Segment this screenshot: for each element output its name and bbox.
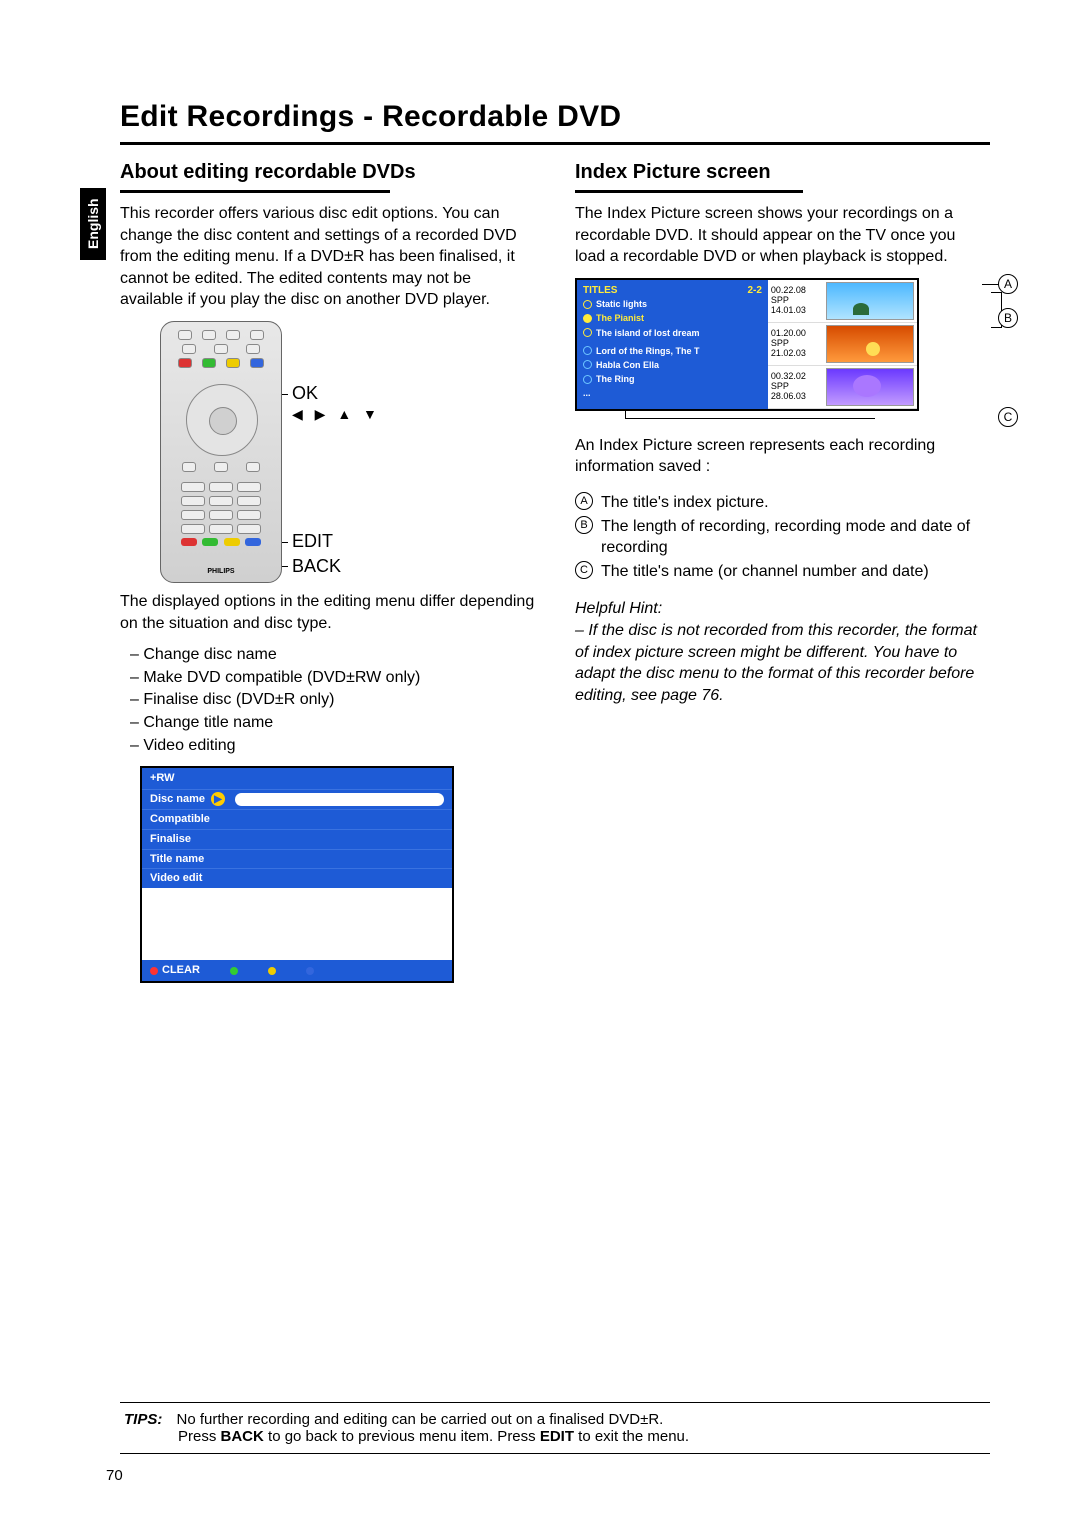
options-intro: The displayed options in the editing men… [120, 591, 535, 634]
edit-label: EDIT [292, 531, 333, 551]
menu-footer: CLEAR [142, 960, 452, 981]
menu-row: Finalise [142, 829, 452, 849]
index-intro: The Index Picture screen shows your reco… [575, 203, 990, 268]
callout-a: A [998, 274, 1018, 294]
edit-menu-screenshot: +RW Disc name▶ Compatible Finalise Title… [140, 766, 454, 983]
arrow-label: ◀ ▶ ▲ ▼ [292, 405, 381, 424]
left-column: About editing recordable DVDs This recor… [120, 145, 535, 983]
about-intro: This recorder offers various disc edit o… [120, 203, 535, 311]
list-item: Change title name [130, 712, 535, 734]
list-item: Make DVD compatible (DVD±RW only) [130, 667, 535, 689]
section-heading-index: Index Picture screen [575, 159, 990, 186]
edit-options-list: Change disc name Make DVD compatible (DV… [120, 644, 535, 756]
menu-row: Title name [142, 849, 452, 869]
tips-footer: TIPS: No further recording and editing c… [120, 1402, 990, 1454]
callout-b: B [998, 308, 1018, 328]
right-column: Index Picture screen The Index Picture s… [575, 145, 990, 983]
legend-intro: An Index Picture screen represents each … [575, 435, 990, 478]
list-item: Video editing [130, 735, 535, 757]
ok-label: OK [292, 383, 318, 403]
back-label: BACK [292, 556, 341, 576]
list-item: Change disc name [130, 644, 535, 666]
page-number: 70 [106, 1467, 123, 1484]
language-tab: English [80, 188, 106, 260]
list-item: Finalise disc (DVD±R only) [130, 689, 535, 711]
remote-callouts: OK ◀ ▶ ▲ ▼ EDIT BACK [292, 326, 381, 578]
remote-diagram: PHILIPS OK ◀ ▶ ▲ ▼ EDIT BACK [160, 321, 535, 583]
section-heading-about: About editing recordable DVDs [120, 159, 535, 186]
remote-illustration: PHILIPS [160, 321, 282, 583]
callout-c: C [998, 407, 1018, 427]
hint-body: – If the disc is not recorded from this … [575, 620, 990, 706]
brand-label: PHILIPS [161, 567, 281, 576]
page-title: Edit Recordings - Recordable DVD [120, 100, 990, 134]
callout-legend: AThe title's index picture. BThe length … [575, 492, 990, 582]
tips-label: TIPS: [124, 1411, 162, 1428]
hint-label: Helpful Hint: [575, 598, 990, 620]
index-picture-diagram: TITLES2-2 Static lights The Pianist The … [575, 278, 990, 411]
helpful-hint: Helpful Hint: – If the disc is not recor… [575, 598, 990, 706]
section-rule [120, 190, 390, 193]
section-rule [575, 190, 803, 193]
menu-row: Compatible [142, 809, 452, 829]
menu-row: Video edit [142, 868, 452, 888]
menu-row: Disc name▶ [142, 789, 452, 809]
menu-header: +RW [142, 768, 452, 789]
